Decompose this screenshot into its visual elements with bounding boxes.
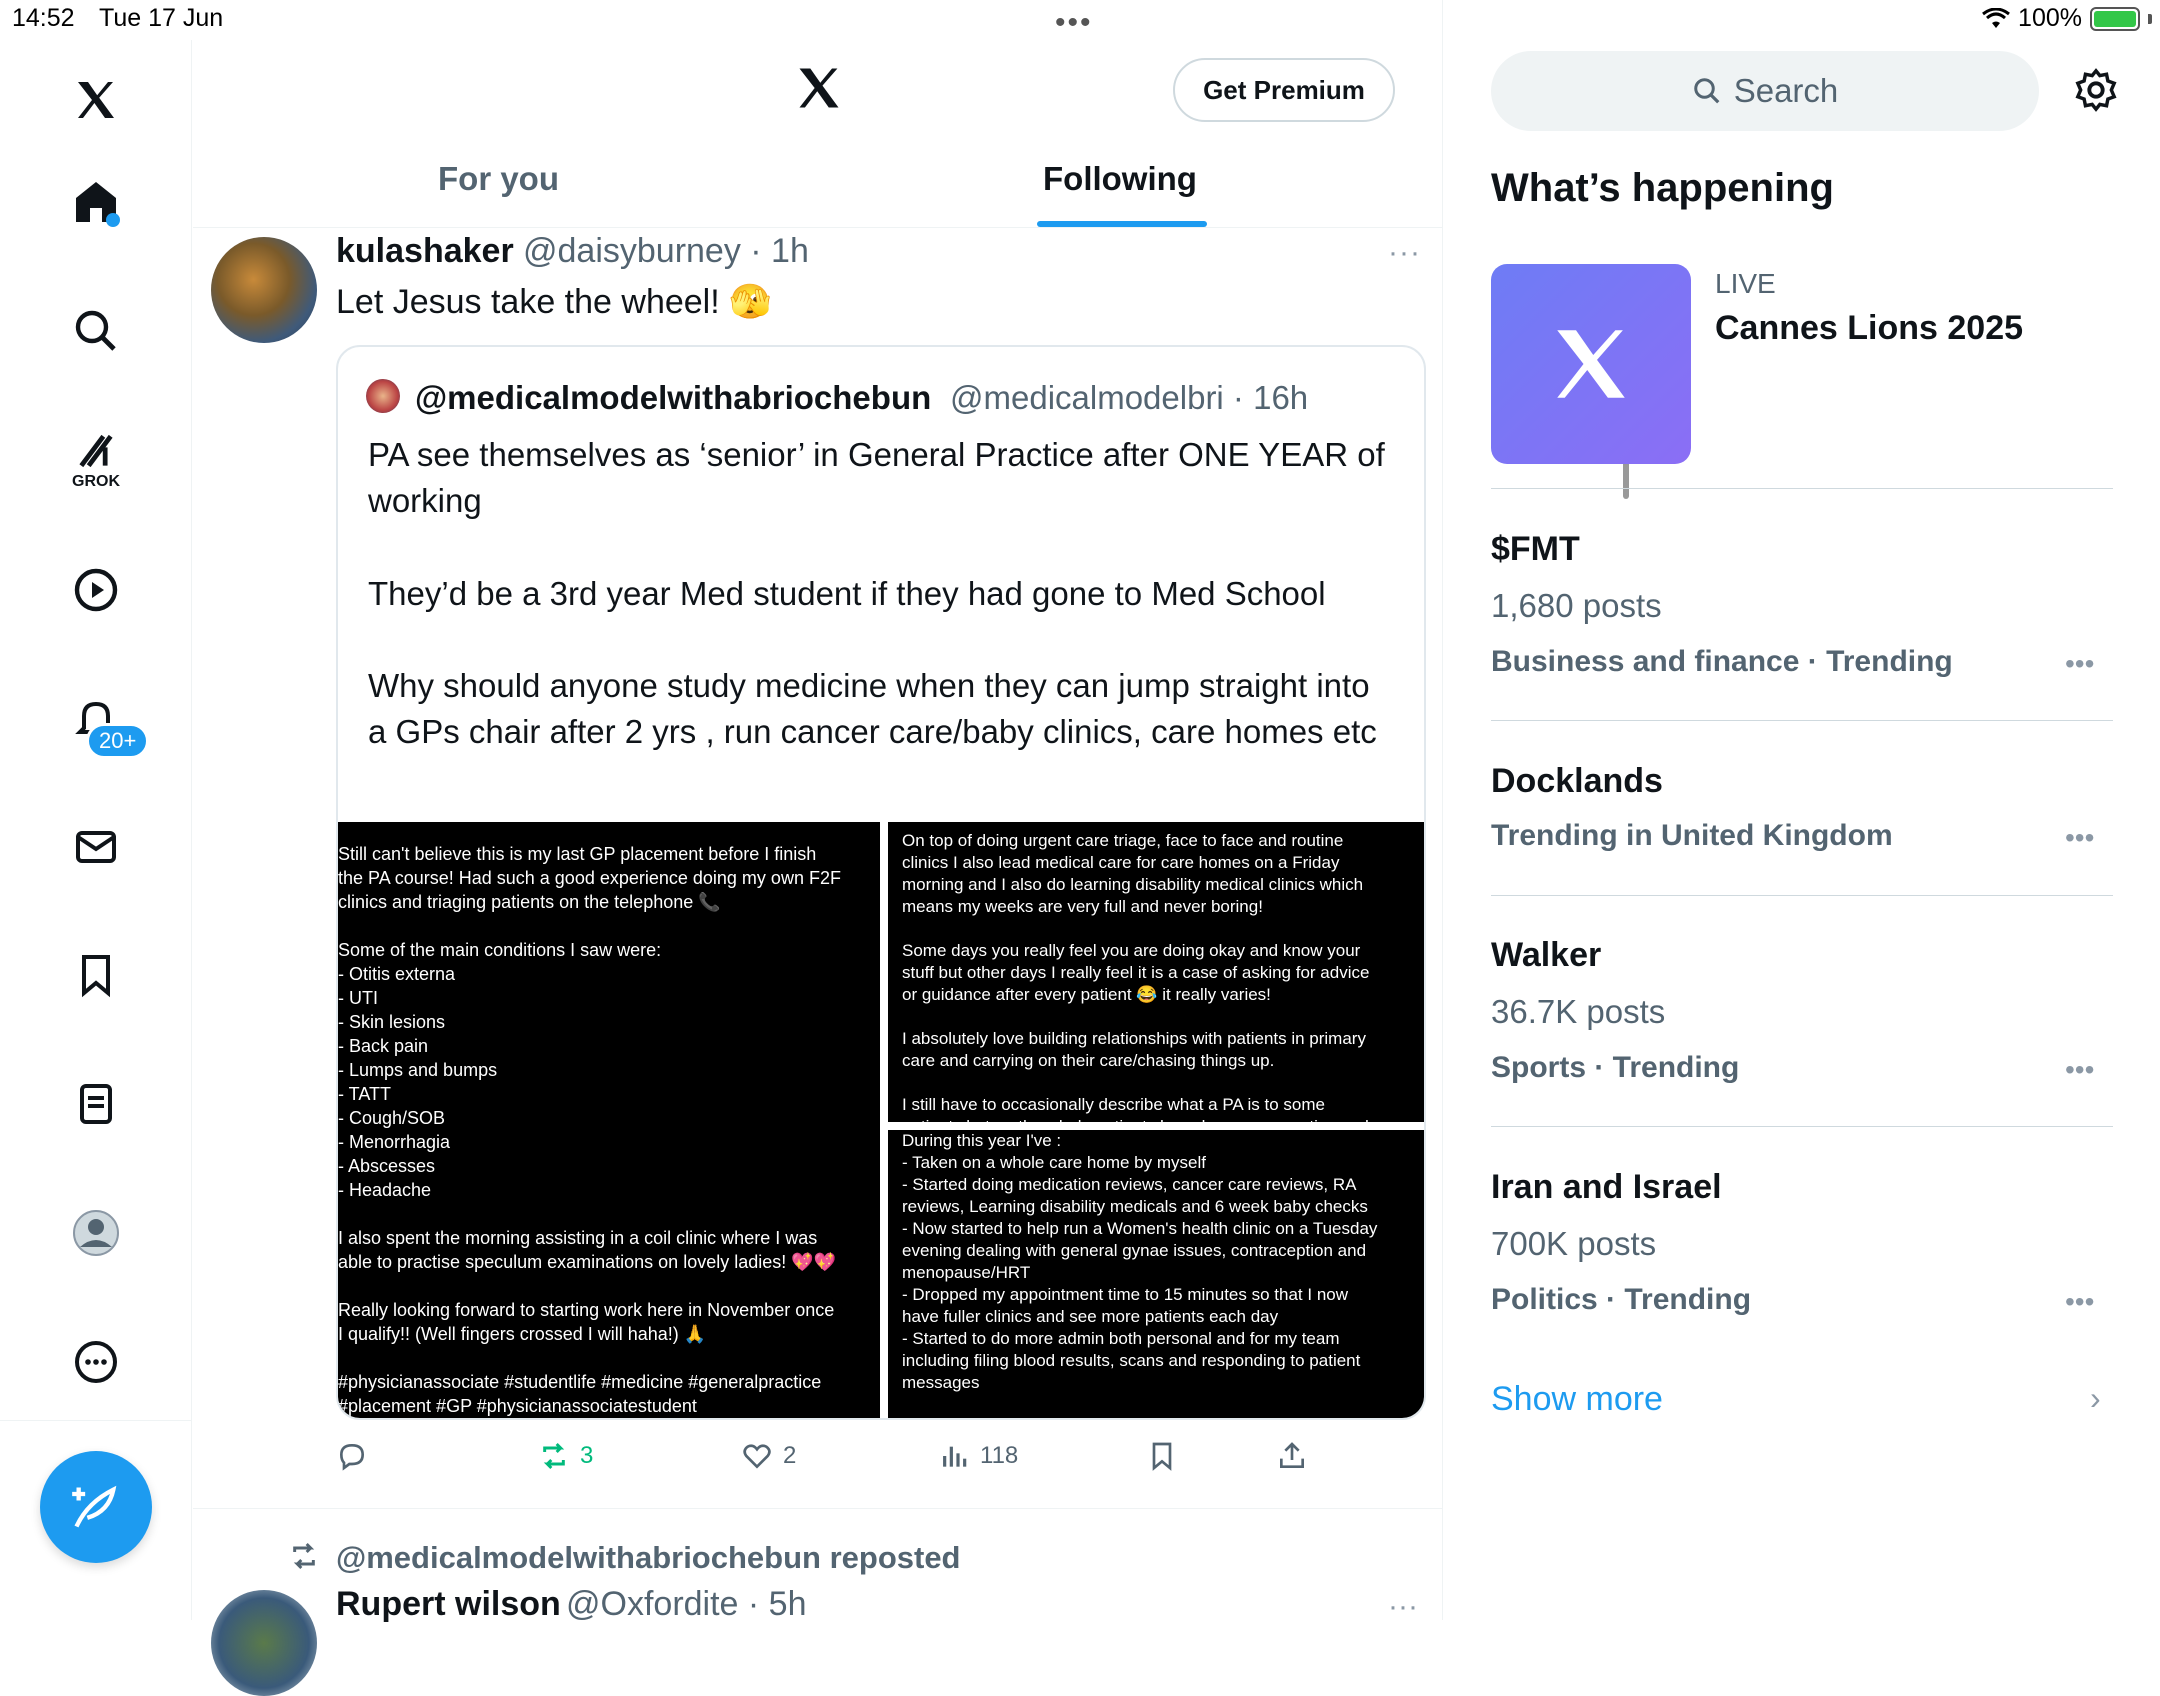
post2-more-icon[interactable]: ···: [1388, 1590, 1418, 1624]
quoted-text-para1: PA see themselves as ‘senior’ in General…: [368, 436, 1385, 519]
quoted-author-handle[interactable]: @medicalmodelbri · 16h: [950, 379, 1308, 417]
chevron-right-icon: ›: [2090, 1380, 2101, 1416]
trend-more-icon[interactable]: •••: [2065, 1054, 2094, 1086]
trend-posts: 1,680 posts: [1491, 587, 1662, 624]
trend-more-icon[interactable]: •••: [2065, 648, 2094, 680]
video-play-icon[interactable]: [56, 550, 136, 630]
get-premium-button[interactable]: Get Premium: [1173, 58, 1395, 122]
search-icon: [1693, 78, 1720, 104]
quoted-text-para2: They’d be a 3rd year Med student if they…: [368, 575, 1326, 612]
trend-title[interactable]: $FMT: [1491, 530, 1580, 569]
share-icon: [1280, 1442, 1304, 1468]
battery-percent: 100%: [2018, 4, 2082, 32]
post-author-handle[interactable]: @daisyburney · 1h: [523, 232, 809, 271]
compose-post-button[interactable]: [40, 1451, 152, 1563]
compose-feather-icon: [72, 1485, 117, 1528]
profile-avatar-icon[interactable]: [56, 1193, 136, 1273]
x-logo-icon[interactable]: [56, 60, 136, 140]
heart-icon: [743, 1444, 771, 1469]
trend-title[interactable]: Iran and Israel: [1491, 1168, 1722, 1207]
like-button[interactable]: 2: [741, 1440, 796, 1472]
trend-meta: Politics · Trending: [1491, 1283, 1752, 1316]
trend-more-icon[interactable]: •••: [2065, 822, 2094, 854]
quoted-image-right-bottom[interactable]: During this year I've : - Taken on a who…: [888, 1130, 1424, 1418]
sidebar-nav: GROK 20+: [0, 40, 192, 1620]
quoted-author-name[interactable]: @medicalmodelwithabriochebun: [415, 379, 931, 417]
messages-mail-icon[interactable]: [56, 807, 136, 887]
home-icon[interactable]: [56, 162, 136, 242]
trend-meta: Business and finance · Trending: [1491, 645, 1953, 678]
bookmark-button[interactable]: [1146, 1440, 1178, 1472]
show-more-link[interactable]: Show more: [1491, 1380, 1663, 1419]
grok-icon[interactable]: GROK: [56, 420, 136, 500]
wifi-icon: [1982, 7, 2010, 28]
trend-divider: [1491, 1126, 2113, 1127]
tab-for-you[interactable]: For you: [438, 160, 559, 198]
quoted-text-para3: Why should anyone study medicine when th…: [368, 667, 1377, 750]
trend-divider: [1491, 488, 2113, 489]
battery-icon: [2090, 6, 2140, 31]
share-button[interactable]: [1276, 1440, 1308, 1472]
repost-count: 3: [580, 1442, 594, 1469]
bookmark-action-icon: [1152, 1442, 1172, 1471]
quoted-image-right-top[interactable]: On top of doing urgent care triage, face…: [888, 822, 1424, 1122]
main-timeline: Get Premium For you Following kulashaker…: [193, 0, 1629, 1696]
quoted-post[interactable]: @medicalmodelwithabriochebun @medicalmod…: [336, 345, 1426, 1420]
trend-posts: 36.7K posts: [1491, 993, 1666, 1030]
status-indicators: 100%: [1982, 4, 2152, 33]
notification-count-badge: 20+: [86, 723, 150, 759]
x-header-logo-icon[interactable]: [793, 62, 845, 119]
post-author-name[interactable]: kulashaker: [336, 232, 514, 271]
status-time: 14:52: [12, 4, 75, 32]
quoted-image-left[interactable]: Still can't believe this is my last GP p…: [338, 822, 880, 1418]
trend-divider: [1491, 720, 2113, 721]
trend-posts: 700K posts: [1491, 1225, 1657, 1262]
live-event-thumbnail[interactable]: [1491, 264, 1691, 464]
reposted-indicator-icon: [288, 1540, 320, 1577]
x-logo-thumb-icon: [1557, 330, 1625, 398]
more-options-icon[interactable]: [56, 1322, 136, 1402]
like-count: 2: [783, 1442, 797, 1469]
settings-gear-icon[interactable]: [2073, 67, 2119, 118]
tabs-divider: [193, 227, 1443, 228]
trend-title[interactable]: Walker: [1491, 936, 1601, 975]
search-placeholder: Search: [1733, 72, 1839, 109]
post2-author-name[interactable]: Rupert wilson: [336, 1585, 561, 1624]
reply-icon: [339, 1443, 365, 1471]
trend-meta: Trending in United Kingdom: [1491, 819, 1893, 852]
repost-button[interactable]: 3: [538, 1440, 593, 1472]
post2-author-handle[interactable]: @Oxfordite · 5h: [566, 1585, 807, 1624]
trend-divider: [1491, 895, 2113, 896]
post-more-icon[interactable]: ···: [1388, 236, 1421, 270]
nav-divider: [0, 1420, 192, 1421]
views-button[interactable]: 118: [938, 1440, 1018, 1472]
search-input[interactable]: Search: [1491, 51, 2039, 131]
lists-icon[interactable]: [56, 1064, 136, 1144]
trend-meta: Sports · Trending: [1491, 1051, 1740, 1084]
home-unread-dot: [106, 213, 120, 227]
repost-icon: [543, 1442, 565, 1470]
live-label: LIVE: [1715, 268, 1776, 299]
analytics-icon: [943, 1446, 967, 1467]
bookmark-icon[interactable]: [56, 935, 136, 1015]
post-author-avatar[interactable]: [211, 237, 317, 343]
trend-title[interactable]: Docklands: [1491, 762, 1663, 801]
tab-following[interactable]: Following: [1043, 160, 1197, 198]
grok-label: GROK: [72, 473, 120, 490]
post2-author-avatar[interactable]: [211, 1590, 317, 1696]
trend-more-icon[interactable]: •••: [2065, 1286, 2094, 1318]
post-text: Let Jesus take the wheel! 🫣: [336, 283, 772, 321]
reply-button[interactable]: [336, 1440, 368, 1472]
explore-search-icon[interactable]: [56, 291, 136, 371]
post-divider: [193, 1508, 1443, 1509]
live-event-title[interactable]: Cannes Lions 2025: [1715, 309, 2023, 348]
whats-happening-title: What’s happening: [1491, 166, 1834, 210]
view-count: 118: [980, 1442, 1019, 1469]
quoted-author-avatar[interactable]: [366, 379, 400, 413]
reposted-by-text[interactable]: @medicalmodelwithabriochebun reposted: [336, 1540, 961, 1576]
